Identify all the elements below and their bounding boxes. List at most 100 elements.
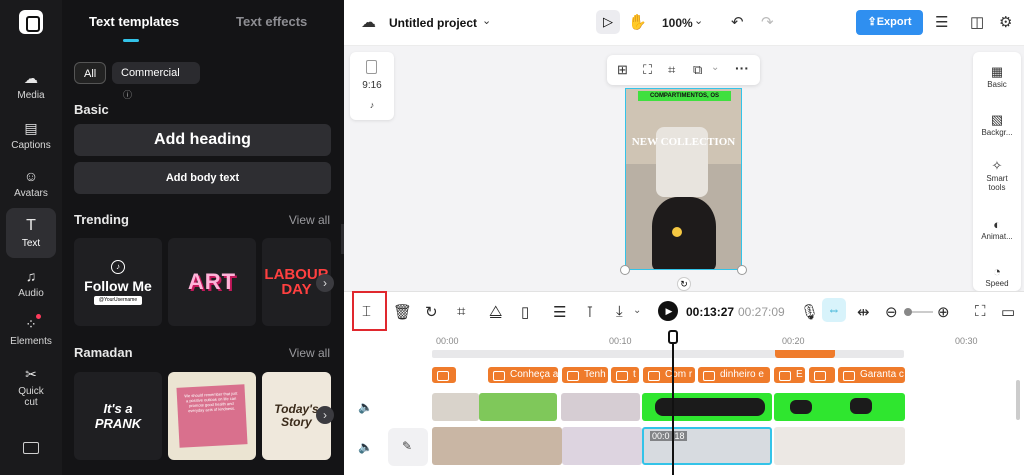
side-tool-smart-tools[interactable]: ✧ Smart tools xyxy=(973,158,1021,192)
rotate-handle-icon[interactable]: ↻ xyxy=(677,277,691,291)
template-card-prank[interactable]: It's a PRANK xyxy=(74,372,162,460)
speed-icon: ◔ xyxy=(993,264,1001,279)
display-icon[interactable]: ▭ xyxy=(1001,303,1015,321)
download-chevron-icon[interactable]: ⌄ xyxy=(633,305,641,316)
main-video-clip[interactable] xyxy=(562,427,642,465)
audio-icon: ♫ xyxy=(25,268,37,284)
rail-item-quick-cut[interactable]: ✂ Quick cut xyxy=(0,366,62,408)
ramadan-view-all-link[interactable]: View all xyxy=(289,346,330,360)
add-heading-button[interactable]: Add heading xyxy=(74,124,331,156)
redo-icon[interactable]: ↷ xyxy=(761,13,774,31)
resize-handle-bottom-left[interactable] xyxy=(620,265,630,275)
template-card-follow-me[interactable]: ♪ Follow Me @YourUsername xyxy=(74,238,162,326)
microphone-icon[interactable]: 🎙 xyxy=(800,303,819,321)
video-clip-thumbnail[interactable] xyxy=(432,393,479,421)
replace-chevron-icon[interactable]: ⌄ xyxy=(711,62,719,73)
filter-all-chip[interactable]: All xyxy=(74,62,107,84)
video-clip-thumbnail[interactable] xyxy=(561,393,640,421)
rail-item-elements[interactable]: ⁘ Elements xyxy=(0,314,62,347)
split-cursor-icon[interactable]: ⌶ xyxy=(362,303,371,320)
side-tool-background[interactable]: ▧ Backgr... xyxy=(973,112,1021,137)
track-volume-icon[interactable]: 🔈 xyxy=(358,400,373,414)
text-clip[interactable]: dinheiro e xyxy=(698,367,770,383)
main-video-clip-selected[interactable]: 00:0 :18 xyxy=(642,427,772,465)
crop-icon[interactable]: ⌗ xyxy=(668,62,675,78)
text-clip[interactable]: E xyxy=(774,367,805,383)
main-video-clip[interactable] xyxy=(774,427,905,465)
layers-icon[interactable]: ☰ xyxy=(935,13,948,31)
replace-icon[interactable]: ⧉ xyxy=(693,62,702,78)
freeze-icon[interactable]: ⊺ xyxy=(586,303,594,321)
template-card-art[interactable]: ART xyxy=(168,238,256,326)
ramadan-next-arrow-icon[interactable]: › xyxy=(316,406,334,424)
hand-pan-icon[interactable]: ✋ xyxy=(628,13,647,31)
main-track-volume-icon[interactable]: 🔈 xyxy=(358,440,373,454)
tab-text-templates[interactable]: Text templates xyxy=(89,14,179,29)
split-center-icon[interactable]: ⇹ xyxy=(857,303,870,321)
text-clip[interactable]: t xyxy=(611,367,639,383)
rail-item-media[interactable]: ☁ Media xyxy=(0,70,62,101)
trending-view-all-link[interactable]: View all xyxy=(289,213,330,227)
mirror-icon[interactable]: ⧋ xyxy=(489,303,502,320)
upper-orange-clip[interactable] xyxy=(775,350,835,358)
template-card-quote[interactable]: We should remember that just a positive … xyxy=(168,372,256,460)
zoom-in-icon[interactable]: ⊕ xyxy=(937,303,950,321)
rail-item-text[interactable]: T Text xyxy=(6,208,56,258)
split-panel-icon[interactable]: ◫ xyxy=(970,13,984,31)
playhead-handle[interactable] xyxy=(668,330,678,344)
add-media-icon[interactable]: ⊞ xyxy=(617,62,628,78)
fullscreen-icon[interactable]: ⛶ xyxy=(975,303,986,320)
basic-icon: ▦ xyxy=(990,64,1004,79)
timeline-scrollbar[interactable] xyxy=(1016,380,1020,420)
side-tool-speed[interactable]: ◔ Speed xyxy=(973,264,1021,288)
video-clip-thumbnail[interactable] xyxy=(479,393,557,421)
cover-edit-button[interactable]: ✎ xyxy=(388,428,428,466)
text-clip[interactable]: Conheça a xyxy=(488,367,558,383)
text-clip[interactable] xyxy=(432,367,456,383)
more-options-icon[interactable]: ··· xyxy=(735,60,749,76)
tab-text-effects[interactable]: Text effects xyxy=(236,14,307,29)
trending-next-arrow-icon[interactable]: › xyxy=(316,274,334,292)
crop-clip-icon[interactable]: ⌗ xyxy=(457,303,465,320)
keyboard-shortcuts-icon[interactable] xyxy=(23,442,39,454)
rail-item-audio[interactable]: ♫ Audio xyxy=(0,268,62,299)
preview-canvas: 9:16 ♪ ⊞ ⛶ ⌗ ⧉ ⌄ ··· COMPARTIMENTOS, OS … xyxy=(344,46,1024,291)
text-clip[interactable]: Tenh xyxy=(562,367,608,383)
side-tool-animation[interactable]: ◐ Animat... xyxy=(973,217,1021,241)
playhead-line[interactable] xyxy=(672,343,674,475)
zoom-chevron-icon[interactable]: ⌄ xyxy=(694,14,703,27)
app-logo-icon[interactable] xyxy=(19,10,43,34)
zoom-out-icon[interactable]: ⊖ xyxy=(885,303,898,321)
replay-icon[interactable]: ↻ xyxy=(425,303,438,321)
add-body-text-button[interactable]: Add body text xyxy=(74,162,331,194)
project-menu-chevron-icon[interactable]: ⌄ xyxy=(482,14,491,27)
play-button-icon[interactable]: ▶ xyxy=(658,301,678,321)
aspect-ratio-panel[interactable]: 9:16 ♪ xyxy=(350,52,394,120)
undo-icon[interactable]: ↶ xyxy=(731,13,744,31)
time-ruler[interactable]: 00:00 00:10 00:20 00:30 xyxy=(432,330,1024,350)
text-clip[interactable]: Com r xyxy=(643,367,695,383)
text-clip[interactable] xyxy=(809,367,835,383)
split-clip-icon[interactable]: ▯ xyxy=(521,303,529,321)
video-preview-frame[interactable]: COMPARTIMENTOS, OS NEW COLLECTION xyxy=(625,88,742,270)
trim-icon[interactable]: ☰ xyxy=(553,303,566,321)
text-clip[interactable]: Garanta c xyxy=(838,367,905,383)
auto-snap-icon[interactable]: ⇔ xyxy=(822,298,846,322)
project-name[interactable]: Untitled project xyxy=(389,16,477,30)
delete-icon[interactable]: 🗑 xyxy=(393,303,412,321)
export-button[interactable]: ⇪Export xyxy=(856,10,923,35)
main-video-clip[interactable] xyxy=(432,427,562,465)
filter-commercial-chip[interactable]: Commercial ⓘ xyxy=(112,62,200,100)
settings-gear-icon[interactable]: ⚙ xyxy=(999,13,1012,31)
resize-handle-bottom-right[interactable] xyxy=(737,265,747,275)
side-tool-basic[interactable]: ▦ Basic xyxy=(973,64,1021,89)
zoom-slider-knob[interactable] xyxy=(904,308,912,316)
fit-frame-icon[interactable]: ⛶ xyxy=(643,62,652,78)
rail-item-captions[interactable]: ▤ Captions xyxy=(0,120,62,151)
top-bar: ☁ Untitled project ⌄ ▷ ✋ 100% ⌄ ↶ ↷ ⇪Exp… xyxy=(344,0,1024,46)
rail-item-avatars[interactable]: ☺ Avatars xyxy=(0,168,62,199)
left-nav-rail: ☁ Media ▤ Captions ☺ Avatars T Text ♫ Au… xyxy=(0,0,62,475)
zoom-level[interactable]: 100% xyxy=(662,16,693,30)
download-icon[interactable]: ⤓ xyxy=(616,303,623,320)
select-pointer-icon[interactable]: ▷ xyxy=(596,10,620,34)
